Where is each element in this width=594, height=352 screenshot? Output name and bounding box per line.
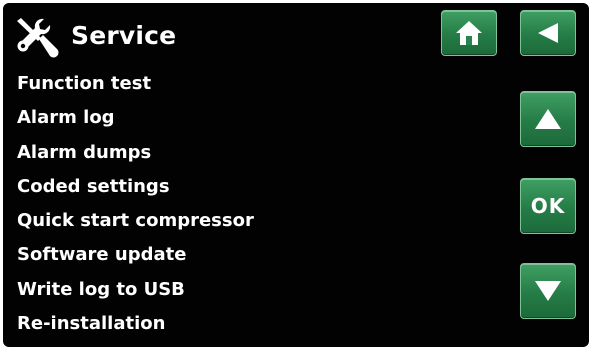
menu-item-quick-start-compressor[interactable]: Quick start compressor (17, 204, 254, 238)
tools-icon (11, 15, 63, 59)
menu-item-label: Alarm dumps (17, 141, 152, 163)
arrow-down-icon (534, 279, 562, 303)
menu-item-label: Write log to USB (17, 278, 185, 300)
menu-item-label: Coded settings (17, 175, 170, 197)
header: Service (3, 3, 589, 71)
home-icon (454, 19, 484, 47)
menu-item-label: Software update (17, 244, 187, 266)
menu-item-label: Re-installation (17, 313, 166, 335)
menu-item-alarm-dumps[interactable]: Alarm dumps (17, 136, 254, 170)
menu-item-coded-settings[interactable]: Coded settings (17, 170, 254, 204)
menu-item-software-update[interactable]: Software update (17, 238, 254, 272)
page-title: Service (71, 21, 177, 50)
menu-item-label: Quick start compressor (17, 210, 254, 232)
ok-button[interactable]: OK (520, 178, 576, 234)
menu-item-alarm-log[interactable]: Alarm log (17, 101, 254, 135)
arrow-up-icon (534, 107, 562, 131)
menu-item-label: Function test (17, 73, 152, 94)
scroll-up-button[interactable] (520, 91, 576, 147)
back-arrow-icon (535, 20, 561, 46)
service-screen: Service Function test Alarm log Alarm du… (3, 3, 589, 347)
menu-item-write-log-to-usb[interactable]: Write log to USB (17, 273, 254, 307)
scroll-down-button[interactable] (520, 263, 576, 319)
menu-item-re-installation[interactable]: Re-installation (17, 307, 254, 341)
home-button[interactable] (441, 10, 497, 56)
menu-item-label: Alarm log (17, 107, 115, 129)
back-button[interactable] (520, 10, 576, 56)
menu-item-function-test[interactable]: Function test (17, 67, 254, 101)
ok-label: OK (530, 194, 566, 218)
service-menu: Function test Alarm log Alarm dumps Code… (17, 67, 254, 341)
